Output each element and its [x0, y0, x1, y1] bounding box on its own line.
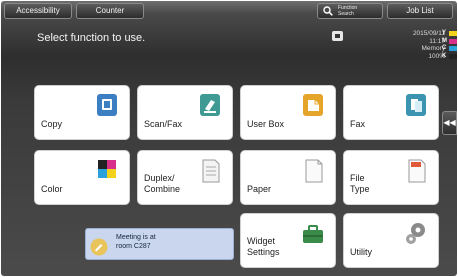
side-panel-toggle[interactable]: ◀◀ — [442, 111, 457, 135]
fax-label: Fax — [350, 119, 366, 129]
file-type-label: File Type — [350, 173, 370, 194]
color-button[interactable]: Color — [34, 150, 130, 205]
user-box-label: User Box — [247, 119, 285, 129]
utility-label: Utility — [350, 247, 372, 257]
toolbox-icon — [303, 225, 323, 243]
fax-icon — [406, 94, 426, 116]
widget-settings-button[interactable]: Widget Settings — [240, 213, 336, 268]
scan-fax-icon — [200, 94, 220, 116]
control-panel-screen: Accessibility Counter Function Search Jo… — [1, 1, 457, 276]
file-type-icon — [408, 159, 426, 183]
message-text: Meeting is at room C287 — [116, 234, 156, 250]
user-box-button[interactable]: User Box — [240, 85, 336, 140]
gear-icon — [406, 223, 425, 244]
copy-label: Copy — [41, 119, 63, 129]
memory-label: Memory — [421, 45, 445, 52]
paper-label: Paper — [247, 184, 272, 194]
duplex-icon — [202, 159, 220, 183]
toner-c: C — [442, 45, 457, 53]
copy-icon — [97, 94, 117, 116]
status-info: 2015/09/11 11:17 Memory 100% — [377, 30, 445, 60]
duplex-combine-label: Duplex/ Combine — [144, 173, 181, 194]
scan-fax-button[interactable]: Scan/Fax — [137, 85, 233, 140]
copy-button[interactable]: Copy — [34, 85, 130, 140]
file-type-button[interactable]: File Type — [343, 150, 439, 205]
widget-settings-label: Widget Settings — [247, 236, 280, 257]
storage-icon — [332, 31, 343, 41]
function-search-label: Function Search — [338, 5, 358, 17]
accessibility-tab[interactable]: Accessibility — [4, 3, 72, 19]
color-icon — [98, 160, 116, 178]
color-label: Color — [41, 184, 63, 194]
counter-tab[interactable]: Counter — [76, 3, 144, 19]
search-icon — [323, 6, 333, 16]
top-bar: Accessibility Counter Function Search Jo… — [1, 1, 457, 21]
memory-value: 100% — [428, 52, 445, 60]
utility-button[interactable]: Utility — [343, 213, 439, 268]
toner-m: M — [442, 38, 457, 46]
toner-levels: Y M C K — [442, 30, 457, 60]
toner-k: K — [442, 53, 457, 61]
function-search-tab[interactable]: Function Search — [317, 3, 383, 19]
date-text: 2015/09/11 — [412, 30, 445, 37]
fax-button[interactable]: Fax — [343, 85, 439, 140]
paper-button[interactable]: Paper — [240, 150, 336, 205]
paper-icon — [305, 159, 323, 183]
job-list-tab[interactable]: Job List — [387, 3, 453, 19]
duplex-combine-button[interactable]: Duplex/ Combine — [137, 150, 233, 205]
toner-y: Y — [442, 30, 457, 38]
page-title: Select function to use. — [37, 32, 146, 44]
scan-fax-label: Scan/Fax — [144, 119, 183, 129]
pencil-icon — [90, 238, 108, 256]
user-box-icon — [303, 94, 323, 116]
time-text: 11:17 — [429, 37, 445, 45]
